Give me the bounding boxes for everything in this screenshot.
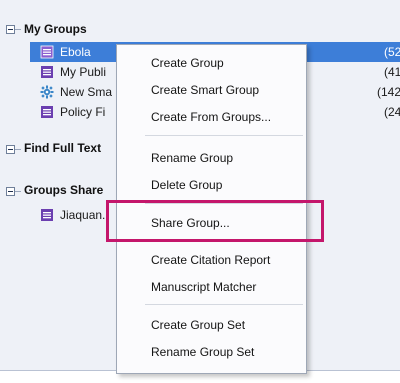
menu-separator <box>145 304 303 305</box>
group-icon <box>40 45 54 59</box>
collapse-groups-shared-icon[interactable] <box>6 187 15 196</box>
find-full-text-heading[interactable]: Find Full Text <box>24 141 116 155</box>
group-item-count: (24 <box>384 105 400 119</box>
group-item-count: (52 <box>384 45 400 59</box>
menu-item-create-group-set[interactable]: Create Group Set <box>151 315 245 335</box>
group-item-label: Jiaquan.l <box>60 208 109 222</box>
menu-item-manuscript-matcher[interactable]: Manuscript Matcher <box>151 277 256 297</box>
groups-panel-screenshot: My Groups Ebola (52 My Publi (41 New Sma… <box>0 0 400 383</box>
menu-item-create-smart-group[interactable]: Create Smart Group <box>151 80 259 100</box>
group-item-label: My Publi <box>60 65 107 79</box>
group-item-count: (41 <box>384 65 400 79</box>
group-item-count: (142 <box>377 85 400 99</box>
menu-item-rename-group[interactable]: Rename Group <box>151 148 233 168</box>
share-group-highlight-annotation <box>106 200 324 242</box>
smart-group-icon <box>40 85 54 99</box>
tree-connector <box>15 191 21 192</box>
collapse-my-groups-icon[interactable] <box>6 25 15 34</box>
shared-group-item[interactable]: Jiaquan.l <box>40 205 116 225</box>
tree-connector <box>15 149 21 150</box>
group-item-label: Policy Fi <box>60 105 106 119</box>
menu-item-rename-group-set[interactable]: Rename Group Set <box>151 342 254 362</box>
menu-separator <box>145 135 303 136</box>
collapse-find-full-text-icon[interactable] <box>6 145 15 154</box>
groups-shared-heading[interactable]: Groups Share <box>24 183 116 197</box>
menu-item-create-from-groups[interactable]: Create From Groups... <box>151 107 271 127</box>
my-groups-heading[interactable]: My Groups <box>24 22 204 36</box>
group-icon <box>41 106 53 118</box>
tree-connector <box>15 29 21 30</box>
group-item-label: New Sma <box>60 85 113 99</box>
group-item-label: Ebola <box>60 45 91 59</box>
menu-item-create-citation-report[interactable]: Create Citation Report <box>151 250 270 270</box>
group-icon <box>41 209 53 221</box>
menu-item-delete-group[interactable]: Delete Group <box>151 175 222 195</box>
group-icon <box>41 66 53 78</box>
menu-item-create-group[interactable]: Create Group <box>151 53 224 73</box>
